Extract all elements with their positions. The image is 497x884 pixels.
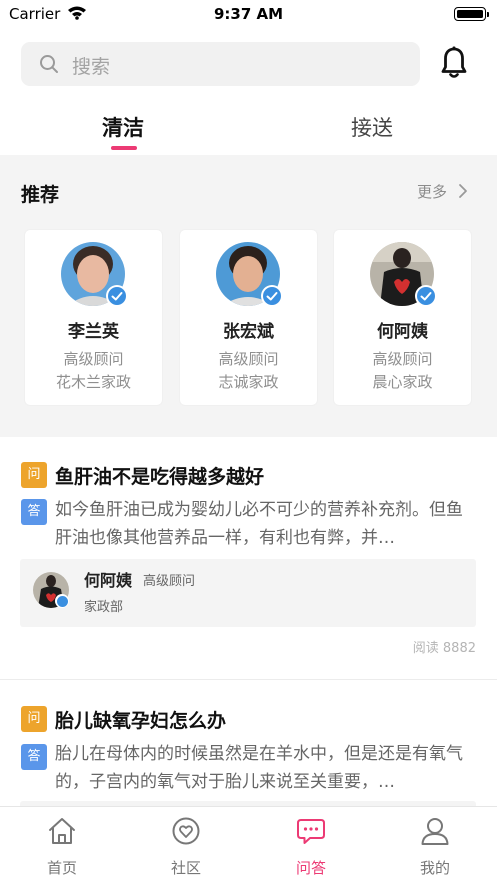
advisor-card[interactable]: 张宏斌 高级顾问 志诚家政: [180, 230, 317, 405]
verified-badge-icon: [106, 285, 128, 307]
advisor-role: 高级顾问: [63, 350, 124, 368]
answerer-org: 家政部: [84, 600, 124, 615]
more-link[interactable]: 更多: [417, 181, 447, 202]
answer-badge: 答: [21, 744, 47, 770]
qa-item[interactable]: 问 鱼肝油不是吃得越多越好 答 如今鱼肝油已成为婴幼儿必不可少的营养补充剂。但鱼…: [0, 437, 497, 681]
tab-community[interactable]: 社区: [124, 807, 248, 884]
advisor-org: 志诚家政: [218, 373, 279, 391]
question-title: 胎儿缺氧孕妇怎么办: [55, 710, 227, 732]
advisor-name: 张宏斌: [223, 322, 274, 342]
tab-qa[interactable]: 问答: [249, 807, 373, 884]
answer-text: 胎儿在母体内的时候虽然是在羊水中，但是还是有氧气的，子宫内的氧气对于胎儿来说至关…: [55, 744, 463, 792]
read-count: 阅读 8882: [412, 641, 476, 656]
advisor-card[interactable]: 李兰英 高级顾问 花木兰家政: [25, 230, 162, 405]
avatar: [61, 242, 128, 307]
answer-text: 如今鱼肝油已成为婴幼儿必不可少的营养补充剂。但鱼肝油也像其他营养品一样，有利也有…: [55, 500, 463, 548]
chevron-right-icon[interactable]: [458, 183, 468, 203]
answerer-role: 高级顾问: [143, 574, 196, 589]
advisor-org: 花木兰家政: [55, 373, 131, 391]
heart-circle-icon: [171, 816, 201, 850]
battery-icon: [454, 7, 489, 21]
search-input[interactable]: 搜索: [21, 42, 420, 86]
verified-badge-icon: [55, 594, 69, 608]
status-bar: Carrier 9:37 AM: [0, 0, 497, 30]
home-icon: [47, 816, 77, 850]
advisor-card[interactable]: 何阿姨 高级顾问 晨心家政: [334, 230, 471, 405]
verified-badge-icon: [261, 285, 283, 307]
advisor-name: 何阿姨: [377, 322, 428, 342]
search-placeholder: 搜索: [72, 56, 111, 78]
advisor-name: 李兰英: [68, 322, 119, 342]
tab-label: 首页: [46, 859, 77, 877]
user-icon: [420, 816, 450, 850]
avatar: [33, 572, 69, 608]
answerer-card[interactable]: 何阿姨 高级顾问 家政部: [20, 559, 476, 627]
active-tab-indicator: [111, 146, 137, 150]
bell-icon[interactable]: [440, 46, 468, 84]
qa-item[interactable]: 问 胎儿缺氧孕妇怎么办 答 胎儿在母体内的时候虽然是在羊水中，但是还是有氧气的，…: [0, 680, 497, 806]
question-badge: 问: [21, 462, 47, 488]
chat-bubble-icon: [296, 816, 326, 850]
bottom-tab-bar: 首页 社区 问答 我的: [0, 806, 497, 884]
search-icon: [39, 54, 59, 78]
verified-badge-icon: [415, 285, 437, 307]
answerer-name: 何阿姨: [84, 571, 133, 590]
answer-badge: 答: [21, 499, 47, 525]
tab-pickup[interactable]: 接送: [351, 112, 393, 142]
avatar: [216, 242, 283, 307]
tab-home[interactable]: 首页: [0, 807, 124, 884]
advisor-role: 高级顾问: [218, 350, 279, 368]
tab-label: 我的: [419, 859, 450, 877]
question-title: 鱼肝油不是吃得越多越好: [55, 466, 265, 488]
clock: 9:37 AM: [213, 5, 284, 23]
tab-label: 社区: [170, 859, 201, 877]
tab-label: 问答: [295, 859, 326, 877]
tab-mine[interactable]: 我的: [373, 807, 497, 884]
advisor-role: 高级顾问: [372, 350, 433, 368]
recommend-title: 推荐: [21, 184, 60, 206]
tab-clean[interactable]: 清洁: [102, 112, 144, 142]
advisor-org: 晨心家政: [372, 373, 433, 391]
avatar: [370, 242, 437, 307]
question-badge: 问: [21, 706, 47, 732]
